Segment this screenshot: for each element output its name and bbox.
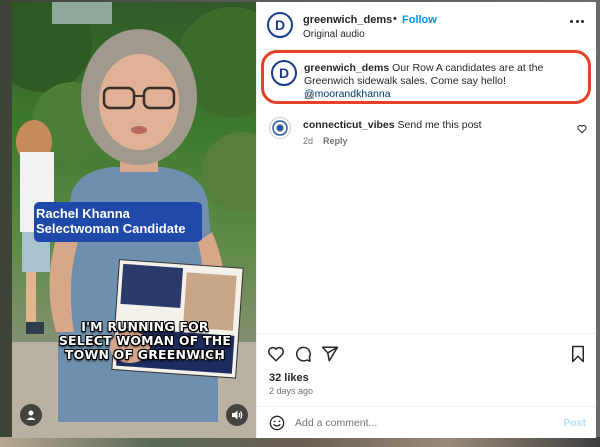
video-caption-line: SELECT WOMAN OF THE xyxy=(58,333,232,348)
video-caption: I'M RUNNING FOR SELECT WOMAN OF THE TOWN… xyxy=(30,320,256,362)
state-seal-icon xyxy=(272,120,288,136)
caption-username[interactable]: greenwich_dems xyxy=(304,62,389,74)
posted-date: 2 days ago xyxy=(269,386,314,396)
backdrop-strip xyxy=(0,437,600,447)
comment-body: Send me this post xyxy=(394,119,482,131)
post-modal: HANNA Rachel Khanna Selectwoman Candidat… xyxy=(12,2,596,438)
post-video[interactable]: HANNA Rachel Khanna Selectwoman Candidat… xyxy=(12,2,256,438)
separator-dot: • xyxy=(393,13,397,25)
commenter-avatar[interactable] xyxy=(269,117,291,139)
mute-button[interactable] xyxy=(226,404,248,426)
comment-icon[interactable] xyxy=(294,345,312,363)
tagged-users-button[interactable] xyxy=(20,404,42,426)
badge-name: Rachel Khanna xyxy=(36,206,130,221)
badge-title: Selectwoman Candidate xyxy=(36,221,186,236)
audio-link[interactable]: Original audio xyxy=(303,29,365,40)
comment-composer: Post xyxy=(257,406,596,438)
video-caption-line: I'M RUNNING FOR xyxy=(81,319,209,334)
speaker-icon xyxy=(232,410,243,420)
caption-timestamp: 2d xyxy=(304,91,315,101)
reply-button[interactable]: Reply xyxy=(323,136,348,146)
bookmark-icon[interactable] xyxy=(570,345,586,363)
comment-username[interactable]: connecticut_vibes xyxy=(303,119,395,131)
mention-link[interactable]: @moorandkhanna xyxy=(304,88,391,100)
follow-button[interactable]: Follow xyxy=(402,14,437,26)
comment-timestamp: 2d xyxy=(303,136,314,146)
likes-count[interactable]: 32 likes xyxy=(269,372,309,384)
democrat-logo-icon: D xyxy=(274,17,286,33)
user-icon xyxy=(26,410,36,420)
heart-icon[interactable] xyxy=(577,124,587,134)
more-horizontal-icon[interactable] xyxy=(570,20,584,24)
post-header: D greenwich_dems • Follow Original audio xyxy=(257,2,596,50)
author-avatar[interactable]: D xyxy=(267,12,293,38)
video-caption-line: TOWN OF GREENWICH xyxy=(64,347,226,362)
emoji-icon[interactable] xyxy=(269,415,285,431)
actions-bar: 32 likes 2 days ago Post xyxy=(257,333,596,438)
post-caption: greenwich_dems Our Row A candidates are … xyxy=(304,62,574,101)
name-badge: Rachel Khanna Selectwoman Candidate xyxy=(34,202,202,242)
caption-author-avatar[interactable]: D xyxy=(271,60,297,86)
heart-icon[interactable] xyxy=(267,345,285,363)
democrat-logo-icon: D xyxy=(278,65,290,81)
author-username[interactable]: greenwich_dems xyxy=(303,14,392,26)
post-details-panel: D greenwich_dems • Follow Original audio… xyxy=(256,2,596,438)
comment-input[interactable] xyxy=(295,413,545,433)
comment: connecticut_vibes Send me this post xyxy=(303,119,482,131)
post-comment-button[interactable]: Post xyxy=(563,417,586,429)
share-icon[interactable] xyxy=(321,345,339,363)
